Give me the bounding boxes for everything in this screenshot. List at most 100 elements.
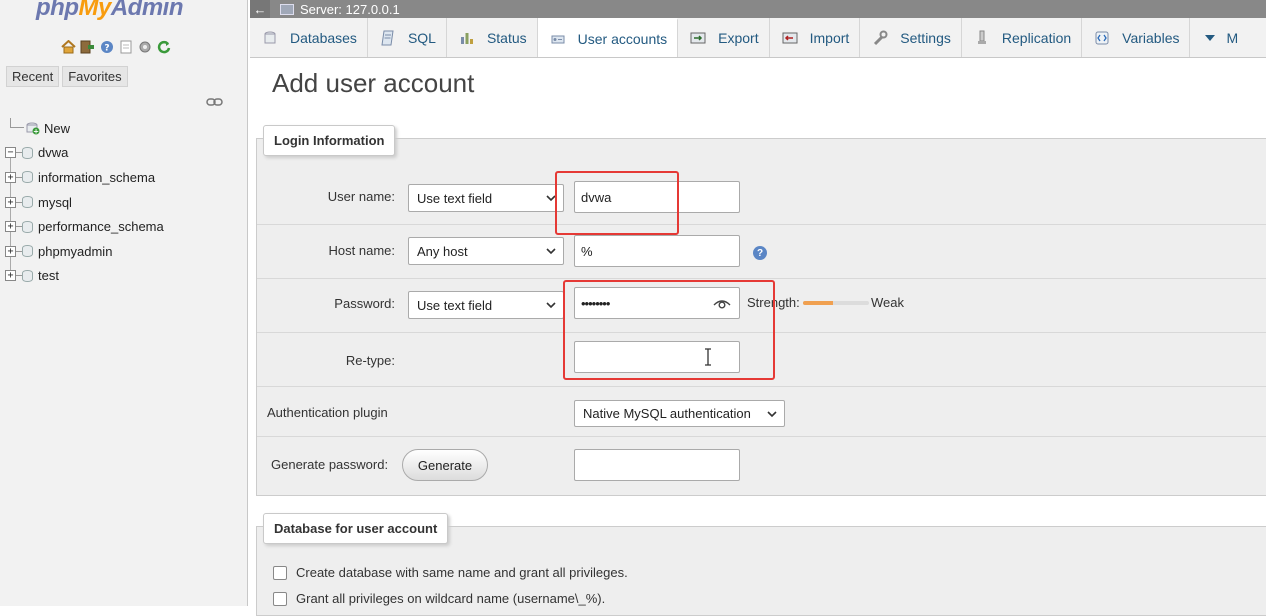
expand-icon[interactable]: + — [5, 270, 16, 282]
more-chevron-icon — [1202, 31, 1218, 45]
chevron-down-icon — [546, 302, 556, 309]
authentication-plugin-label: Authentication plugin — [267, 405, 388, 420]
create-database-option[interactable]: Create database with same name and grant… — [273, 565, 628, 580]
export-icon — [690, 31, 706, 45]
variables-icon — [1094, 31, 1110, 45]
authentication-plugin-row: Authentication plugin Native MySQL authe… — [257, 387, 1266, 437]
tree-item-dvwa[interactable]: − dvwa — [0, 141, 247, 166]
database-icon — [22, 196, 33, 209]
password-input[interactable]: •••••••• — [574, 287, 740, 319]
new-database-icon: + — [26, 121, 40, 136]
strength-text: Weak — [871, 295, 904, 310]
expand-icon[interactable]: + — [5, 245, 16, 257]
retype-password-input[interactable] — [574, 341, 740, 373]
chevron-down-icon — [767, 411, 777, 418]
server-breadcrumb-bar: ← Server: 127.0.0.1 — [250, 0, 1266, 18]
host-name-type-select[interactable]: Any host — [408, 237, 564, 265]
chevron-down-icon — [546, 248, 556, 255]
generate-password-row: Generate password: Generate — [257, 437, 1266, 495]
tab-status[interactable]: Status — [447, 18, 538, 57]
svg-text:?: ? — [104, 43, 109, 53]
back-arrow-icon[interactable]: ← — [250, 0, 270, 18]
tab-more[interactable]: M — [1190, 18, 1248, 57]
database-tree: + New − dvwa + information_schema + mysq… — [0, 116, 247, 289]
tab-import[interactable]: Import — [770, 18, 861, 57]
strength-label: Strength: — [747, 295, 800, 310]
tab-replication[interactable]: Replication — [962, 18, 1083, 57]
database-for-user-legend: Database for user account — [263, 513, 449, 544]
user-name-input[interactable]: dvwa — [574, 181, 740, 213]
create-database-checkbox[interactable] — [273, 565, 287, 580]
help-icon[interactable]: ? — [98, 38, 115, 55]
main-content: Add user account Login Information User … — [250, 58, 1266, 616]
sql-icon — [380, 30, 396, 45]
user-name-type-select[interactable]: Use text field — [408, 184, 564, 212]
tree-item-mysql[interactable]: + mysql — [0, 190, 247, 215]
tree-item-new[interactable]: + New — [0, 116, 247, 141]
grant-wildcard-checkbox[interactable] — [273, 591, 287, 606]
login-information-legend: Login Information — [263, 125, 396, 156]
retype-row: Re-type: — [257, 333, 1266, 387]
tree-item-information-schema[interactable]: + information_schema — [0, 165, 247, 190]
tab-sql[interactable]: SQL — [368, 18, 447, 57]
tab-databases[interactable]: Databases — [250, 18, 368, 57]
tree-item-test[interactable]: + test — [0, 264, 247, 289]
password-strength-meter — [803, 301, 869, 305]
password-type-select[interactable]: Use text field — [408, 291, 564, 319]
docs-icon[interactable] — [117, 38, 134, 55]
authentication-plugin-select[interactable]: Native MySQL authentication — [574, 400, 785, 427]
wrench-icon — [872, 30, 888, 45]
tab-export[interactable]: Export — [678, 18, 770, 57]
quick-icons: ? — [60, 38, 172, 55]
tree-item-phpmyadmin[interactable]: + phpmyadmin — [0, 239, 247, 264]
server-icon — [280, 3, 294, 15]
import-icon — [782, 31, 798, 45]
expand-icon[interactable]: + — [5, 221, 16, 233]
server-breadcrumb[interactable]: Server: 127.0.0.1 — [280, 2, 400, 17]
user-name-row: User name: Use text field dvwa — [257, 171, 1266, 225]
generate-password-label: Generate password: — [271, 457, 389, 472]
host-name-row: Host name: Any host % ? — [257, 225, 1266, 279]
expand-icon[interactable]: + — [5, 171, 16, 183]
users-icon — [550, 32, 566, 46]
status-icon — [459, 31, 475, 45]
page-title: Add user account — [272, 68, 475, 98]
navigation-panel: phpMyAdmin ? Recent Favorites + New − dv… — [0, 0, 248, 606]
collapse-icon[interactable]: − — [5, 147, 16, 159]
database-icon — [22, 245, 33, 258]
grant-wildcard-option[interactable]: Grant all privileges on wildcard name (u… — [273, 591, 605, 606]
svg-text:+: + — [33, 128, 39, 136]
home-icon[interactable] — [60, 38, 77, 55]
password-strength-fill — [803, 301, 833, 305]
chevron-down-icon — [546, 195, 556, 202]
tab-settings[interactable]: Settings — [860, 18, 962, 57]
tab-user-accounts[interactable]: User accounts — [537, 18, 679, 57]
settings-icon[interactable] — [136, 38, 153, 55]
phpmyadmin-logo[interactable]: phpMyAdmin — [36, 0, 184, 22]
expand-icon[interactable]: + — [5, 196, 16, 208]
eye-icon[interactable] — [713, 298, 731, 310]
database-icon — [262, 31, 278, 45]
help-icon[interactable]: ? — [753, 246, 767, 260]
retype-label: Re-type: — [345, 353, 395, 368]
host-name-input[interactable]: % — [574, 235, 740, 267]
tab-favorites[interactable]: Favorites — [62, 66, 128, 87]
tab-variables[interactable]: Variables — [1082, 18, 1191, 57]
generate-button[interactable]: Generate — [402, 449, 488, 481]
host-name-label: Host name: — [328, 243, 395, 258]
database-for-user-fieldset: Database for user account Create databas… — [256, 513, 1266, 616]
database-icon — [22, 269, 33, 282]
login-information-fieldset: Login Information User name: Use text fi… — [256, 125, 1266, 496]
database-icon — [22, 171, 33, 184]
generated-password-input[interactable] — [574, 449, 740, 481]
reload-icon[interactable] — [155, 38, 172, 55]
database-icon — [22, 220, 33, 233]
logout-icon[interactable] — [79, 38, 96, 55]
main-menu-tabs: Databases SQL Status User accounts Expor… — [250, 18, 1266, 58]
user-name-label: User name: — [327, 189, 395, 204]
tab-recent[interactable]: Recent — [6, 66, 60, 87]
replication-icon — [974, 30, 990, 45]
tree-item-performance-schema[interactable]: + performance_schema — [0, 214, 247, 239]
password-label: Password: — [334, 296, 395, 311]
link-with-main-panel-icon[interactable] — [206, 96, 224, 108]
